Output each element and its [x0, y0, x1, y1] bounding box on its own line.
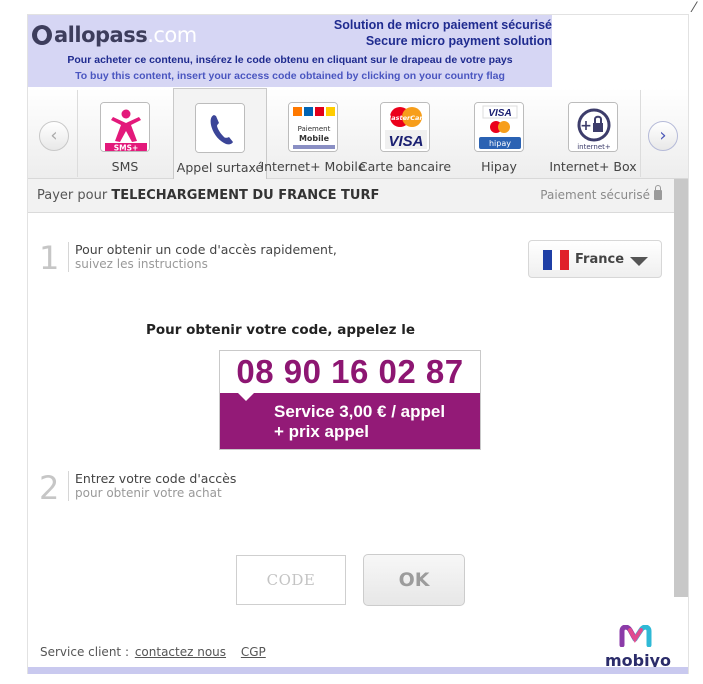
flag-stripe: [543, 250, 552, 270]
step-divider: [68, 471, 69, 501]
tab-internet-mobile[interactable]: Paiement Mobile Internet+ Mobile: [260, 88, 366, 179]
secure-payment-text: Paiement sécurisé: [540, 188, 650, 202]
slogan-english: Secure micro payment solution: [365, 34, 552, 48]
scroll-left-arrow-icon[interactable]: ‹: [39, 121, 69, 151]
pay-for-label: Payer pour: [37, 188, 108, 203]
flag-stripe: [551, 250, 561, 270]
internet-mobile-icon: Paiement Mobile: [288, 102, 338, 152]
phone-handset-icon: [195, 103, 245, 153]
price-notch: [237, 392, 255, 401]
step-2-number: 2: [39, 469, 60, 507]
call-price: Service 3,00 € / appel: [274, 402, 446, 421]
tab-appel-surtaxe[interactable]: Appel surtaxé: [173, 88, 267, 179]
ok-button[interactable]: OK: [363, 554, 465, 606]
tab-internet-box[interactable]: + internet+ Internet+ Box: [546, 88, 640, 179]
cgp-link[interactable]: CGP: [241, 645, 266, 659]
scroll-right-arrow-icon[interactable]: ›: [648, 121, 678, 151]
pay-bar: Payer pour TELECHARGEMENT DU FRANCE TURF…: [28, 179, 674, 213]
price-band: Service 3,00 € / appel + prix appel: [220, 392, 480, 449]
allopass-logo-icon: [32, 25, 52, 45]
customer-service-label: Service client :: [40, 645, 129, 659]
pay-for-text: Payer pour TELECHARGEMENT DU FRANCE TURF: [37, 188, 379, 203]
lock-icon: [654, 185, 662, 200]
tab-divider: [640, 90, 641, 177]
tab-label: Internet+ Box: [549, 159, 637, 174]
step-divider: [68, 242, 69, 272]
contact-link[interactable]: contactez nous: [135, 645, 226, 659]
step-1-title: Pour obtenir un code d'accès rapidement,: [75, 242, 337, 257]
step-1-number: 1: [39, 239, 60, 277]
svg-text:MasterCard: MasterCard: [385, 114, 428, 122]
allopass-logo: allopass .com: [32, 21, 197, 49]
payment-method-tabs: ‹ SMS+ SMS Appel surtaxé Paiement Mobile…: [28, 88, 688, 179]
step-2-subtitle: pour obtenir votre achat: [75, 486, 222, 500]
premium-phone-number[interactable]: 08 90 16 02 87: [220, 353, 480, 391]
hipay-icon: VISA hipay: [474, 102, 524, 152]
sms-plus-icon: SMS+: [100, 102, 150, 152]
secure-payment-label: Paiement sécurisé: [540, 185, 662, 202]
logo-text-domain: .com: [147, 23, 197, 47]
svg-text:hipay: hipay: [489, 139, 511, 148]
svg-text:SMS+: SMS+: [114, 144, 139, 153]
logo-text-main: allopass: [54, 23, 148, 47]
svg-text:VISA: VISA: [388, 133, 423, 150]
mobiyo-logo-icon: [619, 625, 652, 647]
footer: Service client : contactez nous CGP: [40, 645, 266, 659]
credit-card-icon: MasterCard VISA: [380, 102, 430, 152]
france-flag-icon: [543, 250, 570, 270]
svg-text:VISA: VISA: [488, 108, 511, 119]
mobiyo-logo: mobiyo: [603, 625, 673, 671]
phone-number-box: 08 90 16 02 87 Service 3,00 € / appel + …: [219, 350, 481, 450]
svg-text:Mobile: Mobile: [299, 134, 330, 143]
call-price-extra: + prix appel: [274, 422, 369, 441]
call-instruction: Pour obtenir votre code, appelez le: [146, 322, 415, 338]
instruction-french: Pour acheter ce contenu, insérez le code…: [67, 54, 513, 66]
tab-sms[interactable]: SMS+ SMS: [78, 88, 172, 179]
bottom-bar: [28, 667, 688, 674]
step-1-subtitle: suivez les instructions: [75, 257, 208, 271]
access-code-input[interactable]: [236, 555, 346, 605]
step-2-title: Entrez votre code d'accès: [75, 471, 237, 486]
internet-box-icon: + internet+: [568, 102, 618, 152]
svg-text:internet+: internet+: [577, 143, 611, 151]
product-title: TELECHARGEMENT DU FRANCE TURF: [111, 188, 380, 203]
country-name: France: [575, 252, 625, 267]
instruction-english: To buy this content, insert your access …: [75, 70, 505, 82]
tab-carte-bancaire[interactable]: MasterCard VISA Carte bancaire: [358, 88, 452, 179]
flag-stripe: [560, 250, 570, 270]
country-dropdown[interactable]: France: [528, 240, 662, 278]
svg-text:+: +: [580, 118, 592, 134]
chevron-down-icon: [630, 257, 648, 266]
slogan-french: Solution de micro paiement sécurisé: [333, 18, 552, 32]
tab-hipay[interactable]: VISA hipay Hipay: [452, 88, 546, 179]
payment-widget: allopass .com Solution de micro paiement …: [27, 14, 689, 674]
svg-text:Paiement: Paiement: [298, 125, 331, 133]
payment-content: Payer pour TELECHARGEMENT DU FRANCE TURF…: [28, 179, 688, 673]
corner-mark: ⁄: [693, 0, 696, 16]
scrollbar[interactable]: [674, 179, 688, 597]
allopass-header: allopass .com Solution de micro paiement …: [28, 15, 552, 87]
